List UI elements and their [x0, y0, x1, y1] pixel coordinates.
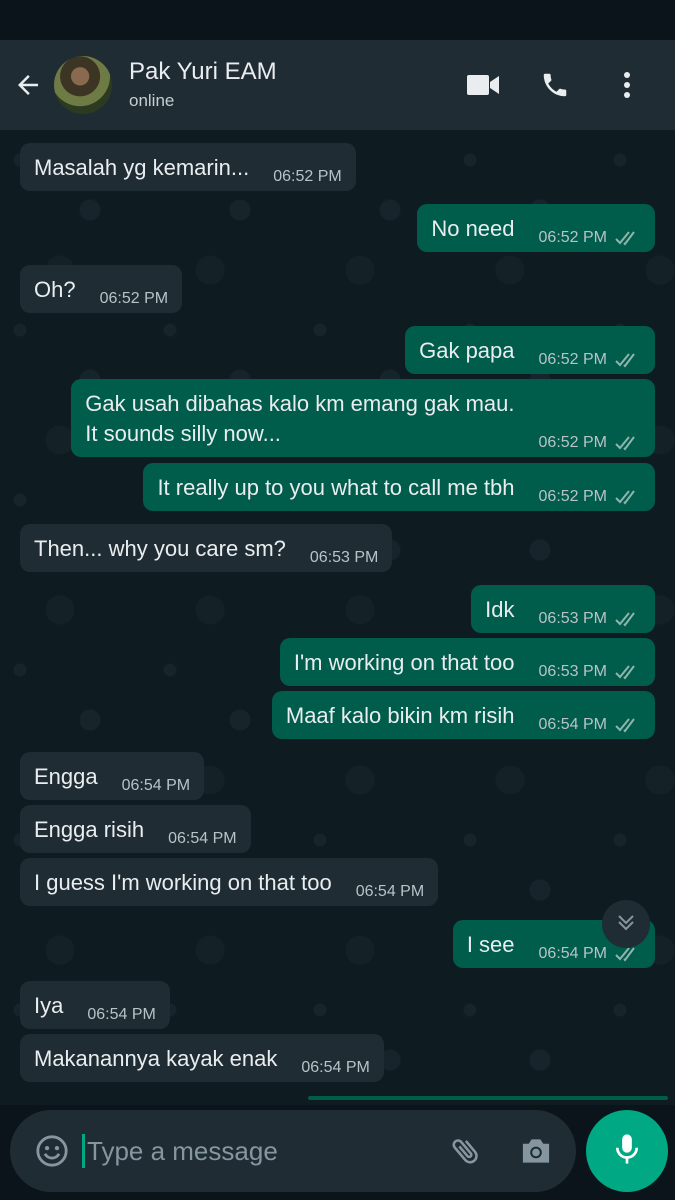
double-check-icon	[615, 352, 641, 368]
message-time: 06:53 PM	[538, 663, 607, 680]
message-time: 06:54 PM	[538, 945, 607, 962]
message-bubble-incoming[interactable]: Oh? 06:52 PM	[20, 265, 183, 313]
double-check-icon	[615, 435, 641, 451]
message-bubble-incoming[interactable]: Engga risih 06:54 PM	[20, 805, 251, 853]
text-cursor	[82, 1134, 85, 1168]
message-text: Gak papa	[419, 338, 515, 363]
message-text: Oh?	[34, 277, 76, 302]
avatar[interactable]	[54, 56, 112, 114]
message-bubble-incoming[interactable]: Engga 06:54 PM	[20, 752, 205, 800]
message-bubble-incoming[interactable]: Masalah yg kemarin... 06:52 PM	[20, 143, 356, 191]
message-time: 06:52 PM	[538, 351, 607, 368]
more-options-icon[interactable]	[597, 59, 657, 111]
message-text: Masalah yg kemarin...	[34, 155, 250, 180]
message-list[interactable]: Masalah yg kemarin... 06:52 PM No need 0…	[0, 130, 675, 1105]
message-bubble-outgoing[interactable]: Gak papa 06:52 PM	[405, 326, 655, 374]
message-time: 06:53 PM	[309, 549, 379, 566]
message-text: Engga	[34, 764, 98, 789]
chat-header: Pak Yuri EAM online	[0, 40, 675, 130]
double-check-icon	[615, 230, 641, 246]
message-bubble-outgoing[interactable]: Gak usah dibahas kalo km emang gak mau. …	[71, 379, 655, 457]
message-time: 06:54 PM	[355, 883, 425, 900]
message-text: It really up to you what to call me tbh	[157, 475, 515, 500]
double-check-icon	[615, 717, 641, 733]
video-call-icon[interactable]	[453, 59, 513, 111]
double-check-icon	[615, 611, 641, 627]
message-time: 06:53 PM	[538, 610, 607, 627]
mic-icon	[612, 1132, 642, 1171]
message-input[interactable]: Type a message	[87, 1136, 278, 1167]
message-text: No need	[431, 216, 515, 241]
phone-icon[interactable]	[525, 59, 585, 111]
message-text: Then... why you care sm?	[34, 536, 286, 561]
message-time: 06:52 PM	[99, 290, 169, 307]
message-text: Maaf kalo bikin km risih	[285, 703, 515, 728]
message-bubble-outgoing[interactable]: Maaf kalo bikin km risih 06:54 PM	[271, 691, 655, 739]
incoming-message-divider	[308, 1096, 668, 1100]
message-text: I see	[466, 932, 515, 957]
message-time: 06:52 PM	[273, 168, 342, 185]
camera-icon[interactable]	[510, 1125, 562, 1177]
message-text: I'm working on that too	[293, 650, 515, 675]
message-bubble-incoming[interactable]: Makanannya kayak enak 06:54 PM	[20, 1034, 384, 1082]
back-arrow-icon[interactable]	[2, 59, 54, 111]
mic-button[interactable]	[586, 1110, 668, 1192]
message-bubble-incoming[interactable]: Iya 06:54 PM	[20, 981, 170, 1029]
attach-icon[interactable]	[440, 1125, 492, 1177]
message-time: 06:54 PM	[87, 1006, 156, 1023]
double-check-icon	[615, 664, 641, 680]
message-bubble-outgoing[interactable]: It really up to you what to call me tbh …	[143, 463, 655, 511]
message-text: Iya	[34, 993, 64, 1018]
message-bubble-outgoing[interactable]: I'm working on that too 06:53 PM	[279, 638, 655, 686]
message-time: 06:54 PM	[168, 830, 237, 847]
scroll-down-button[interactable]	[602, 900, 650, 948]
message-text: Engga risih	[34, 817, 145, 842]
message-time: 06:54 PM	[121, 777, 191, 794]
message-composer[interactable]: Type a message	[10, 1110, 576, 1192]
status-bar	[0, 0, 675, 40]
message-time: 06:52 PM	[538, 488, 607, 505]
message-time: 06:54 PM	[301, 1059, 370, 1076]
message-bubble-outgoing[interactable]: Idk 06:53 PM	[471, 585, 655, 633]
message-text: Gak usah dibahas kalo km emang gak mau. …	[85, 391, 515, 446]
message-bubble-incoming[interactable]: I guess I'm working on that too 06:54 PM	[20, 858, 439, 906]
message-bubble-incoming[interactable]: Then... why you care sm? 06:53 PM	[20, 524, 393, 572]
message-time: 06:52 PM	[538, 229, 607, 246]
double-check-icon	[615, 946, 641, 962]
contact-status: online	[129, 91, 175, 110]
message-text: Makanannya kayak enak	[34, 1046, 278, 1071]
contact-info[interactable]: Pak Yuri EAM online	[129, 57, 277, 113]
message-text: Idk	[485, 597, 515, 622]
message-text: I guess I'm working on that too	[34, 870, 332, 895]
double-chevron-down-icon	[614, 910, 638, 939]
double-check-icon	[615, 489, 641, 505]
message-bubble-outgoing[interactable]: No need 06:52 PM	[417, 204, 655, 252]
message-time: 06:52 PM	[538, 434, 607, 451]
contact-name: Pak Yuri EAM	[129, 58, 277, 85]
emoji-icon[interactable]	[24, 1123, 80, 1179]
message-time: 06:54 PM	[538, 716, 607, 733]
